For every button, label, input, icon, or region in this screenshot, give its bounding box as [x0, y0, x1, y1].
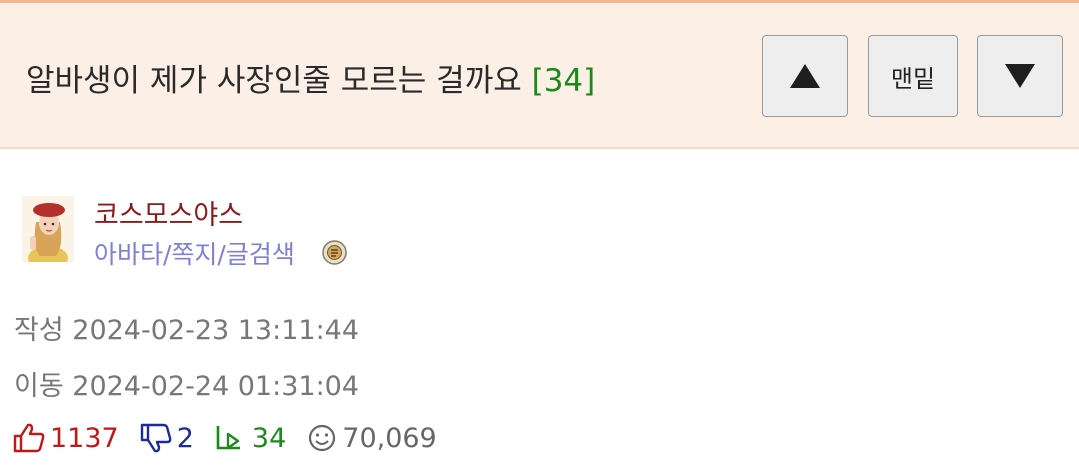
created-timestamp: 작성 2024-02-23 13:11:44: [14, 315, 360, 346]
triangle-down-icon: [1005, 64, 1035, 88]
scroll-bottom-button[interactable]: 맨밑: [868, 35, 958, 117]
dislike-count: 2: [176, 422, 194, 454]
view-count-value: 70,069: [342, 422, 437, 454]
like-button[interactable]: 1137: [12, 422, 119, 454]
dislike-button[interactable]: 2: [139, 422, 194, 454]
reply-count: 34: [251, 422, 287, 454]
reply-count-link[interactable]: 34: [214, 422, 286, 454]
view-count: 70,069: [306, 422, 437, 454]
post-title-text: 알바생이 제가 사장인줄 모르는 걸까요: [26, 63, 522, 99]
author-name[interactable]: 코스모스야스: [94, 193, 243, 232]
avatar[interactable]: [22, 196, 74, 270]
scroll-bottom-label: 맨밑: [890, 64, 936, 93]
triangle-up-icon: [790, 64, 820, 88]
smiley-view-icon: [309, 424, 336, 452]
like-count: 1137: [50, 422, 119, 454]
author-links[interactable]: 아바타/쪽지/글검색: [94, 235, 295, 271]
thumbs-down-icon: [140, 423, 172, 453]
scroll-down-button[interactable]: [977, 35, 1063, 117]
post-title: 알바생이 제가 사장인줄 모르는 걸까요 [34]: [26, 55, 595, 100]
comment-count[interactable]: [34]: [532, 63, 596, 99]
scroll-up-button[interactable]: [762, 35, 848, 117]
post-stats: 1137 2 34 70,069: [12, 420, 437, 456]
thumbs-up-icon: [13, 423, 45, 453]
post-header: 알바생이 제가 사장인줄 모르는 걸까요 [34] 맨밑: [0, 3, 1079, 149]
moved-timestamp: 이동 2024-02-24 01:31:04: [14, 371, 360, 402]
reply-arrow-icon: [216, 426, 240, 450]
level-badge-icon: [322, 240, 347, 265]
